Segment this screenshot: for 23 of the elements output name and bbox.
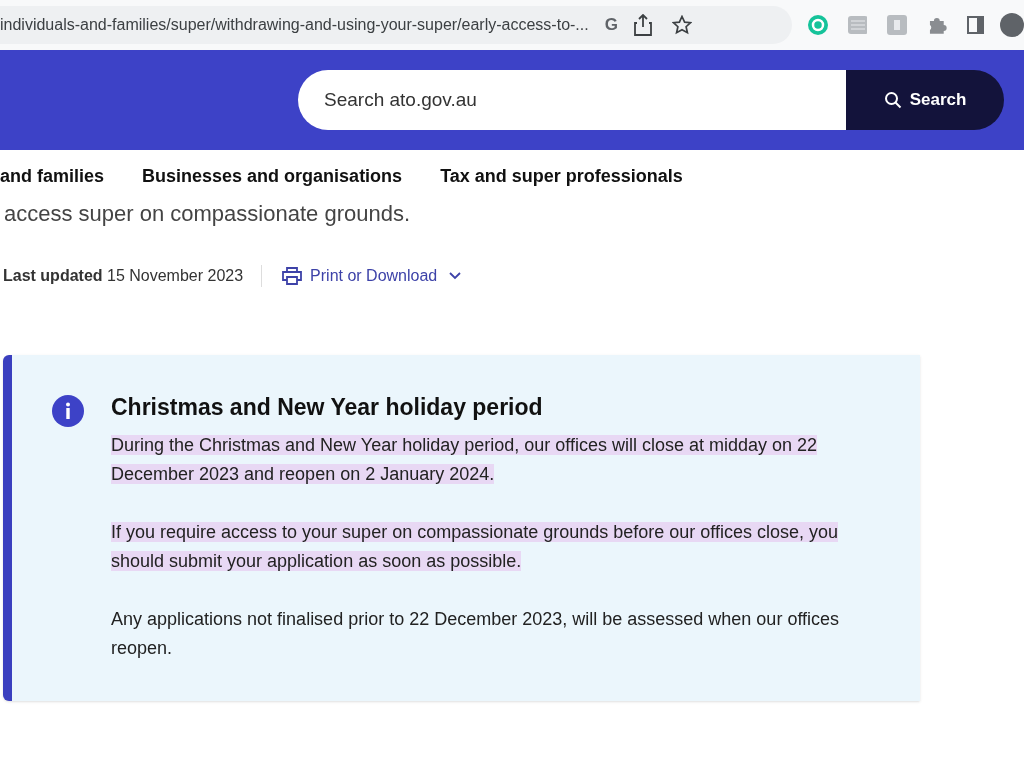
share-icon[interactable]	[633, 14, 652, 36]
print-download-link[interactable]: Print or Download	[282, 264, 462, 288]
address-url[interactable]: individuals-and-families/super/withdrawing-and-using-your-super/early-access-to-...	[0, 13, 589, 37]
page-subtitle: access super on compassionate grounds.	[3, 202, 411, 226]
search-button[interactable]: Search	[846, 70, 1004, 130]
google-icon[interactable]: G	[604, 12, 618, 38]
notice-paragraph: Any applications not finalised prior to 22 December 2023, will be assessed when our offices reopen.	[111, 608, 841, 660]
search-icon	[883, 91, 902, 109]
printer-icon	[282, 267, 303, 285]
last-updated: Last updated 15 November 2023	[2, 266, 244, 286]
notice-paragraph: If you require access to your super on compassionate grounds before our offices close, you should submit your application as soon as possible.	[111, 521, 840, 573]
profile-avatar[interactable]	[1000, 13, 1024, 37]
star-icon[interactable]	[671, 15, 692, 35]
nav-link[interactable]: and families	[0, 162, 105, 190]
notice-title: Christmas and New Year holiday period	[111, 393, 544, 421]
nav-link[interactable]: Businesses and organisations	[142, 162, 403, 190]
sidebar-icon[interactable]	[966, 16, 985, 34]
puzzle-icon[interactable]	[927, 15, 947, 35]
info-icon	[52, 395, 84, 427]
nav-link[interactable]: Tax and super professionals	[440, 162, 683, 190]
chevron-down-icon	[449, 272, 462, 280]
search-field[interactable]: Search ato.gov.au	[298, 70, 846, 130]
notice-paragraph: During the Christmas and New Year holiday period, our offices will close at midday on 22 December 2023 and reopen on 2 January 2024.	[111, 434, 819, 486]
